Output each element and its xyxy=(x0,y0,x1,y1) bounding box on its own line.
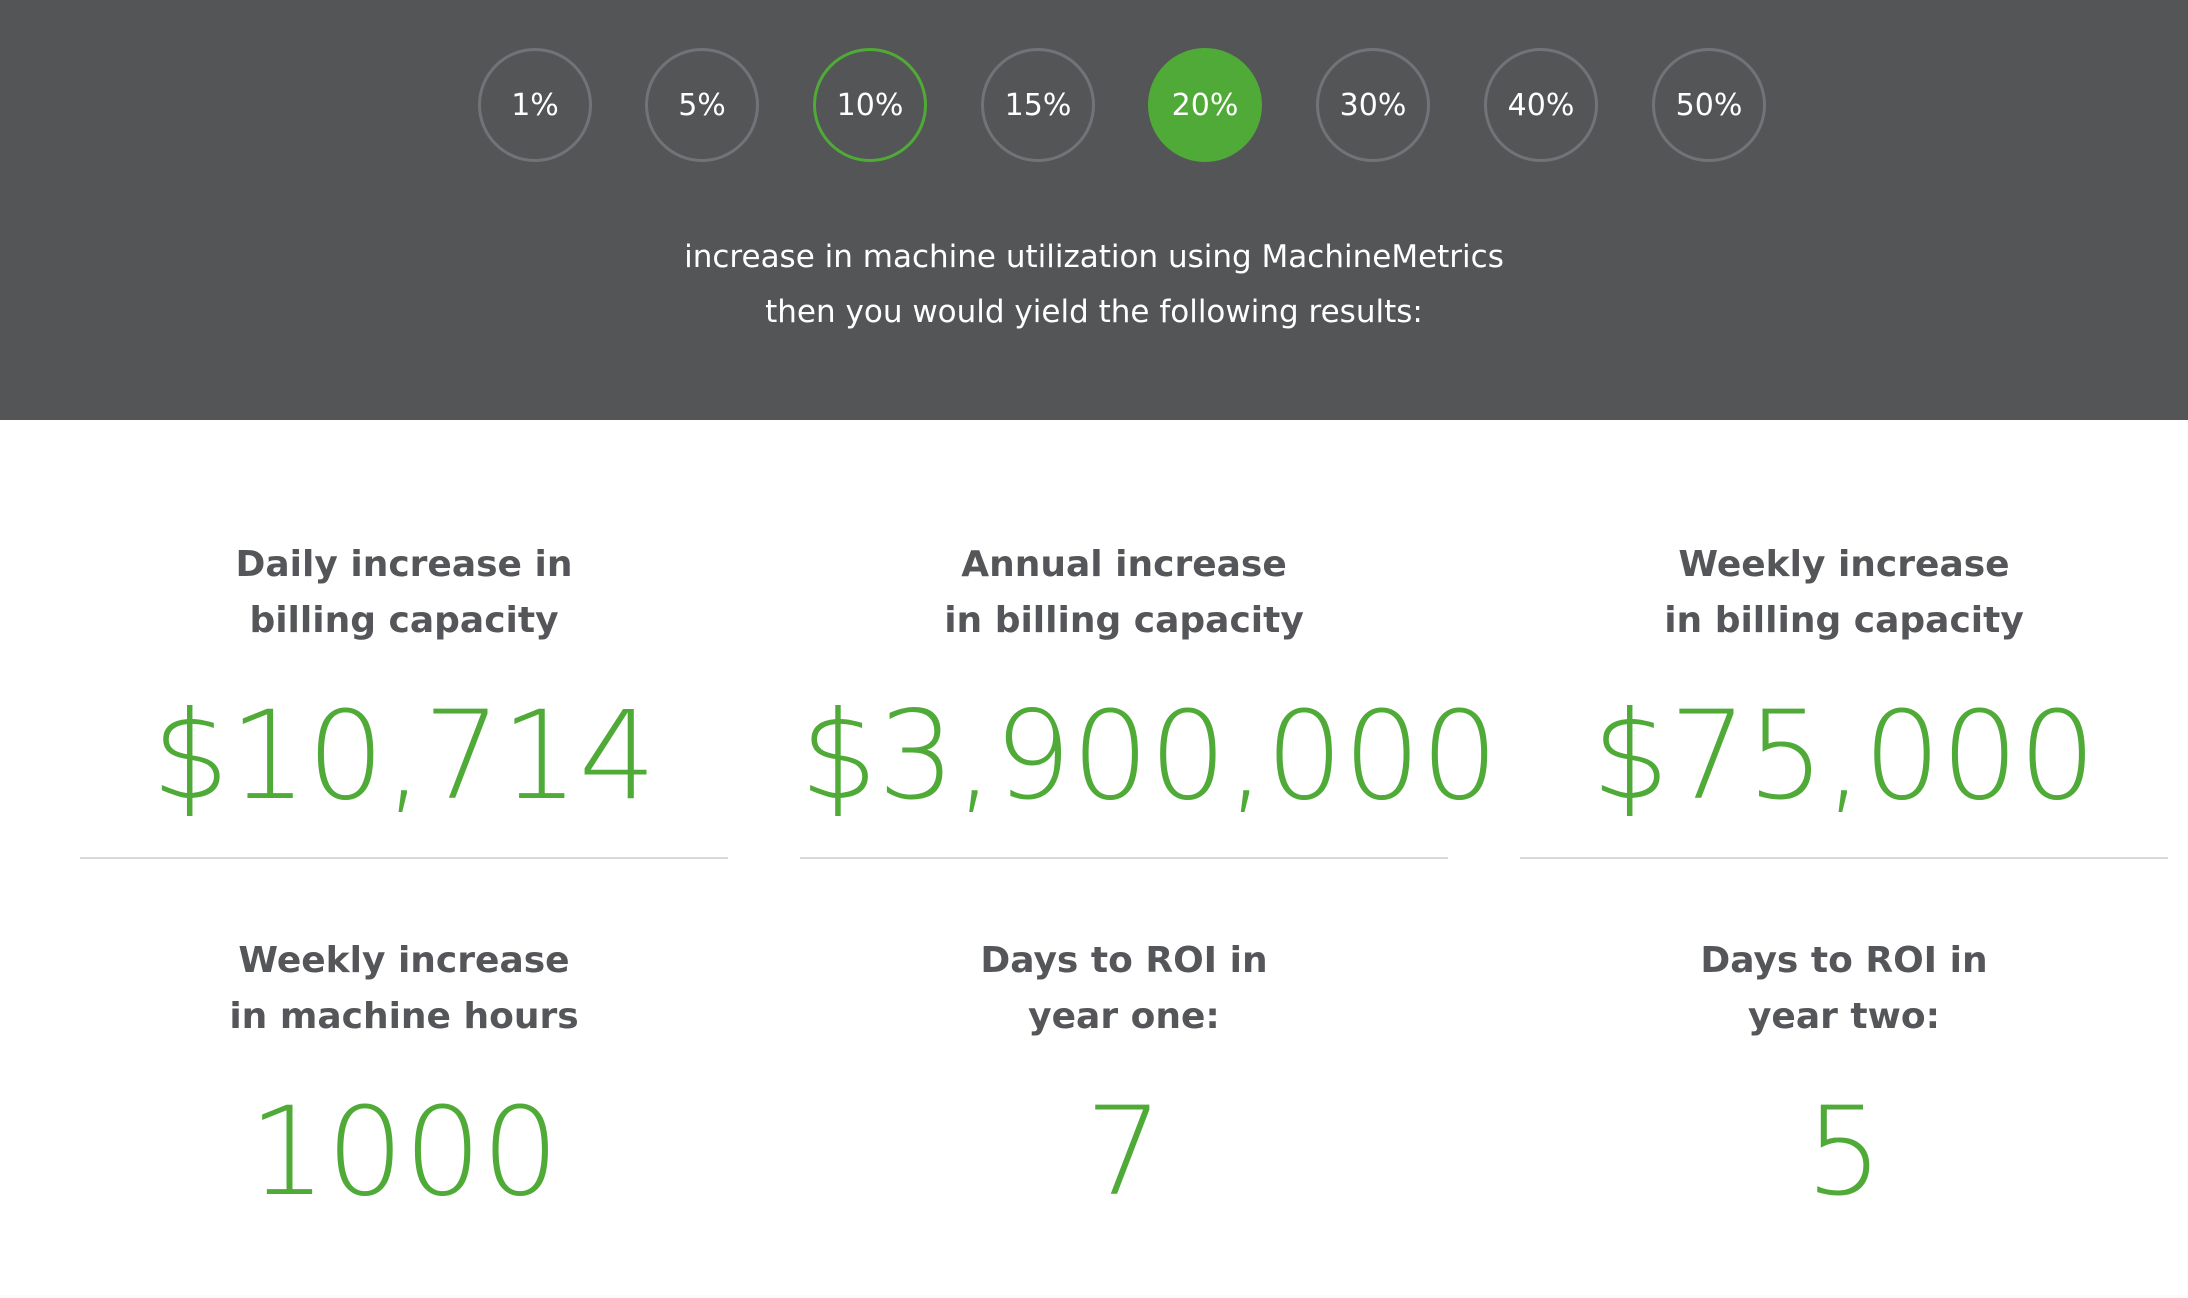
percent-options: 1% 5% 10% 15% 20% 30% 40% 50% xyxy=(0,0,2188,420)
metric-card-daily-billing: Daily increase in billing capacity $10,7… xyxy=(80,537,728,821)
percent-option-label: 15% xyxy=(1004,87,1072,123)
percent-option-label: 50% xyxy=(1675,87,1743,123)
percent-option-10[interactable]: 10% xyxy=(813,48,927,162)
metric-label-line-1: Days to ROI in xyxy=(1700,940,1988,981)
metric-card-weekly-hours: Weekly increase in machine hours 1000 xyxy=(80,933,728,1217)
metric-label-line-1: Annual increase xyxy=(961,544,1287,585)
description-line-1: increase in machine utilization using Ma… xyxy=(684,239,1504,275)
metric-value: 5 xyxy=(1805,1081,1883,1223)
percent-option-label: 1% xyxy=(511,87,559,123)
metric-label-line-1: Weekly increase xyxy=(238,940,570,981)
metric-card-annual-billing: Annual increase in billing capacity $3,9… xyxy=(800,537,1499,827)
percent-option-15[interactable]: 15% xyxy=(981,48,1095,162)
metric-label-line-1: Weekly increase xyxy=(1678,544,2010,585)
metric-label-line-2: year two: xyxy=(1747,996,1941,1037)
description-line-2: then you would yield the following resul… xyxy=(765,294,1423,330)
percent-option-30[interactable]: 30% xyxy=(1316,48,1430,162)
metric-label-line-1: Daily increase in xyxy=(235,544,573,585)
metric-divider xyxy=(80,857,728,859)
metric-card-roi-year-two: Days to ROI in year two: 5 xyxy=(1520,933,2168,1217)
metric-card-roi-year-one: Days to ROI in year one: 7 xyxy=(800,933,1448,1217)
percent-option-50[interactable]: 50% xyxy=(1652,48,1766,162)
percent-option-label: 20% xyxy=(1171,87,1239,123)
metric-label-line-2: in machine hours xyxy=(229,996,579,1037)
percent-option-label: 5% xyxy=(678,87,726,123)
percent-option-5[interactable]: 5% xyxy=(645,48,759,162)
metric-label-line-2: year one: xyxy=(1028,996,1220,1037)
metric-label-line-2: in billing capacity xyxy=(944,600,1304,641)
metric-label-line-1: Days to ROI in xyxy=(980,940,1268,981)
metric-divider xyxy=(1520,857,2168,859)
percent-option-label: 10% xyxy=(836,87,904,123)
metric-divider xyxy=(800,857,1448,859)
metric-value: $10,714 xyxy=(151,685,657,827)
metric-value: 1000 xyxy=(248,1081,560,1223)
metric-label-line-2: billing capacity xyxy=(249,600,559,641)
metric-card-weekly-billing: Weekly increase in billing capacity $75,… xyxy=(1520,537,2168,821)
percent-option-1[interactable]: 1% xyxy=(478,48,592,162)
metric-value: 7 xyxy=(1085,1081,1163,1223)
percent-option-label: 40% xyxy=(1507,87,1575,123)
metric-label-line-2: in billing capacity xyxy=(1664,600,2024,641)
percent-option-40[interactable]: 40% xyxy=(1484,48,1598,162)
metric-value: $3,900,000 xyxy=(800,685,1499,827)
percent-option-20[interactable]: 20% xyxy=(1148,48,1262,162)
metric-value: $75,000 xyxy=(1591,685,2097,827)
percent-option-label: 30% xyxy=(1339,87,1407,123)
